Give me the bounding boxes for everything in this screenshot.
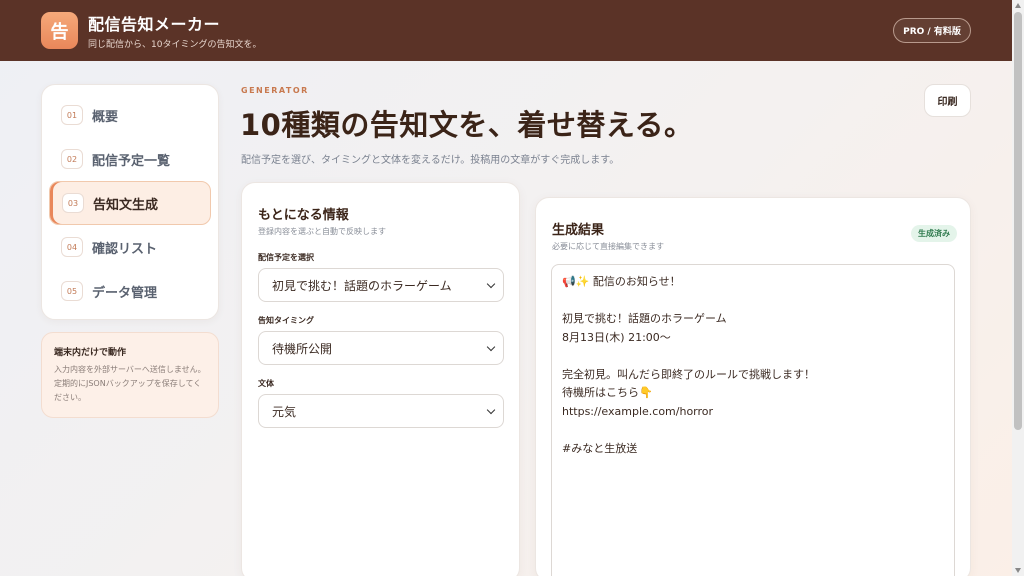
- style-select[interactable]: 元気: [258, 394, 504, 428]
- result-textarea[interactable]: 📢✨ 配信のお知らせ！ 初見で挑む！話題のホラーゲーム 8月13日(木) 21:…: [551, 264, 955, 576]
- local-notice-title: 端末内だけで動作: [54, 348, 127, 358]
- scroll-thumb[interactable]: [1014, 12, 1022, 430]
- app-header: 告 配信告知メーカー 同じ配信から、10タイミングの告知文を。 PRO / 有料…: [0, 0, 1012, 61]
- sidebar-item-label: 概要: [92, 109, 119, 125]
- style-select-value: 元気: [272, 404, 297, 419]
- sidebar-nav: 01 概要 02 配信予定一覧 03 告知文生成 04 確認リスト 05 データ…: [41, 84, 219, 320]
- sidebar-item-label: データ管理: [92, 285, 158, 301]
- plan-badge[interactable]: PRO / 有料版: [893, 18, 971, 43]
- sidebar-item-generator[interactable]: 03 告知文生成: [49, 181, 211, 225]
- result-panel-subtitle: 必要に応じて直接編集できます: [552, 242, 664, 251]
- sidebar-item-checklist[interactable]: 04 確認リスト: [49, 225, 211, 269]
- timing-select-label: 告知タイミング: [258, 316, 314, 325]
- print-button[interactable]: 印刷: [924, 84, 971, 117]
- sidebar-item-label: 告知文生成: [93, 197, 159, 213]
- source-panel-title: もとになる情報: [258, 208, 349, 223]
- nav-number: 01: [61, 105, 83, 125]
- nav-number: 02: [61, 149, 83, 169]
- nav-number: 04: [61, 237, 83, 257]
- sidebar-item-label: 確認リスト: [92, 241, 158, 257]
- timing-select-value: 待機所公開: [272, 341, 333, 356]
- section-eyebrow: GENERATOR: [241, 86, 309, 95]
- nav-number: 03: [62, 193, 84, 213]
- status-badge: 生成済み: [911, 225, 957, 242]
- sidebar-item-label: 配信予定一覧: [92, 153, 171, 169]
- nav-number: 05: [61, 281, 83, 301]
- sidebar-item-schedule[interactable]: 02 配信予定一覧: [49, 137, 211, 181]
- scroll-up-arrow-icon[interactable]: [1015, 3, 1021, 8]
- result-panel-title: 生成結果: [552, 223, 605, 238]
- scroll-down-arrow-icon[interactable]: [1015, 568, 1021, 573]
- app-title: 配信告知メーカー: [88, 15, 221, 34]
- page-title: 10種類の告知文を、着せ替える。: [240, 108, 694, 142]
- timing-select[interactable]: 待機所公開: [258, 331, 504, 365]
- sidebar-item-overview[interactable]: 01 概要: [49, 93, 211, 137]
- app-subtitle: 同じ配信から、10タイミングの告知文を。: [88, 40, 262, 50]
- local-notice-text: 入力内容を外部サーバーへ送信しません。定期的にJSONバックアップを保存してくだ…: [54, 365, 206, 402]
- source-panel-subtitle: 登録内容を選ぶと自動で反映します: [258, 227, 386, 236]
- chevron-down-icon: [486, 279, 496, 289]
- chevron-down-icon: [486, 405, 496, 415]
- app-logo: 告: [41, 12, 78, 49]
- source-info-panel: もとになる情報 登録内容を選ぶと自動で反映します 配信予定を選択 初見で挑む！話…: [241, 182, 520, 576]
- result-panel: 生成結果 必要に応じて直接編集できます 生成済み 📢✨ 配信のお知らせ！ 初見で…: [535, 197, 971, 576]
- schedule-select[interactable]: 初見で挑む！話題のホラーゲーム: [258, 268, 504, 302]
- page-scrollbar[interactable]: [1012, 0, 1024, 576]
- chevron-down-icon: [486, 342, 496, 352]
- sidebar-item-data[interactable]: 05 データ管理: [49, 269, 211, 313]
- schedule-select-value: 初見で挑む！話題のホラーゲーム: [272, 278, 452, 293]
- page-description: 配信予定を選び、タイミングと文体を変えるだけ。投稿用の文章がすぐ完成します。: [241, 155, 620, 166]
- local-only-notice: 端末内だけで動作 入力内容を外部サーバーへ送信しません。定期的にJSONバックア…: [41, 332, 219, 418]
- style-select-label: 文体: [258, 379, 274, 388]
- schedule-select-label: 配信予定を選択: [258, 253, 314, 262]
